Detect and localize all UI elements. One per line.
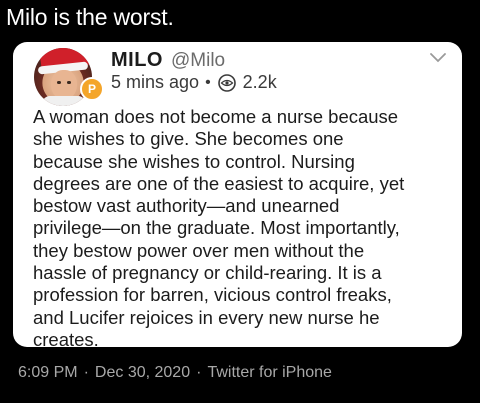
meta-line: 5 mins ago • 2.2k <box>111 72 277 93</box>
author-name[interactable]: MILO <box>111 49 163 72</box>
author-line: MILO @Milo <box>111 49 225 72</box>
eye-circle-icon <box>217 73 237 93</box>
footer-time[interactable]: 6:09 PM <box>18 364 78 382</box>
quoted-body: A woman does not become a nurse because … <box>33 106 405 347</box>
eye-left <box>57 81 61 84</box>
post-time: 5 mins ago <box>111 72 200 92</box>
eye-right <box>67 81 71 84</box>
footer-separator-1: · <box>83 364 89 381</box>
chevron-down-icon[interactable] <box>430 50 446 63</box>
view-count: 2.2k <box>242 72 277 92</box>
post-footer: 6:09 PM · Dec 30, 2020 · Twitter for iPh… <box>18 364 332 382</box>
badge-icon: P <box>80 77 104 101</box>
meta-separator: • <box>205 73 211 91</box>
footer-client[interactable]: Twitter for iPhone <box>207 364 332 382</box>
quoted-card[interactable]: P MILO @Milo 5 mins ago • 2.2k A woman d… <box>13 42 462 347</box>
footer-separator-2: · <box>196 364 202 381</box>
shirt <box>42 96 86 106</box>
author-handle[interactable]: @Milo <box>171 50 225 72</box>
footer-date[interactable]: Dec 30, 2020 <box>95 364 190 382</box>
post-text: Milo is the worst. <box>6 4 174 30</box>
